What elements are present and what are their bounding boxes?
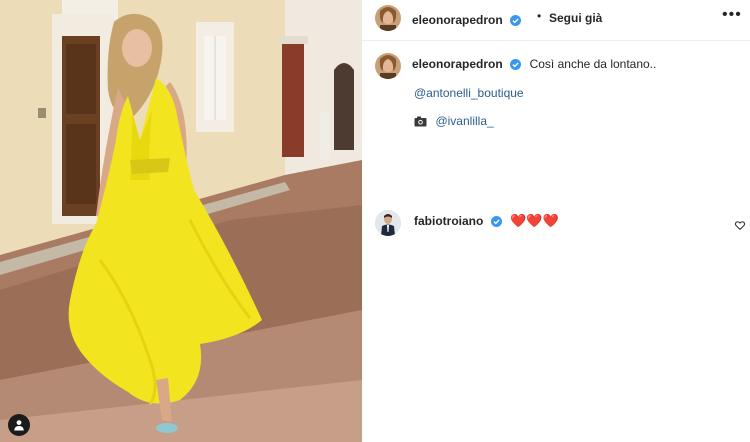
verified-badge-icon [510, 13, 522, 31]
verified-badge-icon [490, 214, 502, 232]
commenter-username[interactable]: fabiotroiano [414, 214, 483, 228]
avatar-image [375, 210, 401, 236]
avatar-image [375, 53, 401, 79]
caption-credit-line: @ivanlilla_ [414, 112, 494, 132]
comment-row: fabiotroiano ❤️❤️❤️ [414, 212, 559, 232]
mention-photographer-link[interactable]: @ivanlilla_ [435, 114, 493, 128]
caption-mention-line: @antonelli_boutique [414, 84, 524, 102]
post-header: eleonorapedron • Segui già ••• [362, 0, 750, 41]
author-avatar[interactable] [375, 5, 401, 31]
mention-brand-link[interactable]: @antonelli_boutique [414, 86, 524, 100]
post-photo[interactable] [0, 0, 362, 442]
author-username: eleonorapedron [412, 13, 503, 27]
caption-line: eleonorapedron Così anche da lontano.. [412, 55, 656, 75]
caption-author-username[interactable]: eleonorapedron [412, 57, 503, 71]
photo-scene [0, 0, 362, 442]
caption-author-avatar[interactable] [375, 53, 401, 79]
person-icon [14, 420, 24, 431]
comment-like-heart-icon[interactable] [734, 217, 746, 235]
header-separator: • [537, 9, 542, 23]
camera-icon [414, 114, 427, 132]
avatar-image [375, 5, 401, 31]
verified-badge-icon [510, 57, 522, 75]
author-username-link[interactable]: eleonorapedron [412, 11, 522, 31]
commenter-avatar[interactable] [375, 210, 401, 236]
user-tag-button[interactable] [8, 414, 30, 436]
more-options-icon[interactable]: ••• [722, 6, 742, 24]
post-side-panel: eleonorapedron • Segui già ••• eleonorap… [362, 0, 750, 442]
following-button[interactable]: Segui già [549, 11, 602, 25]
comment-text: ❤️❤️❤️ [510, 213, 559, 228]
caption-text: Così anche da lontano.. [529, 57, 657, 71]
